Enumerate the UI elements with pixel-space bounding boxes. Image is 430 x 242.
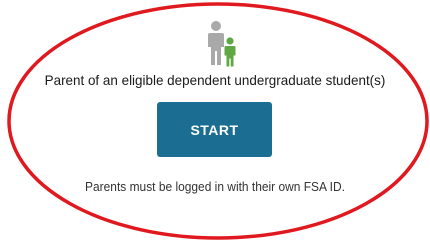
start-button[interactable]: START [157,102,272,157]
parent-child-icon [204,20,244,68]
card-title: Parent of an eligible dependent undergra… [44,72,386,88]
parent-start-card: Parent of an eligible dependent undergra… [0,0,430,242]
login-note: Parents must be logged in with their own… [85,179,345,194]
